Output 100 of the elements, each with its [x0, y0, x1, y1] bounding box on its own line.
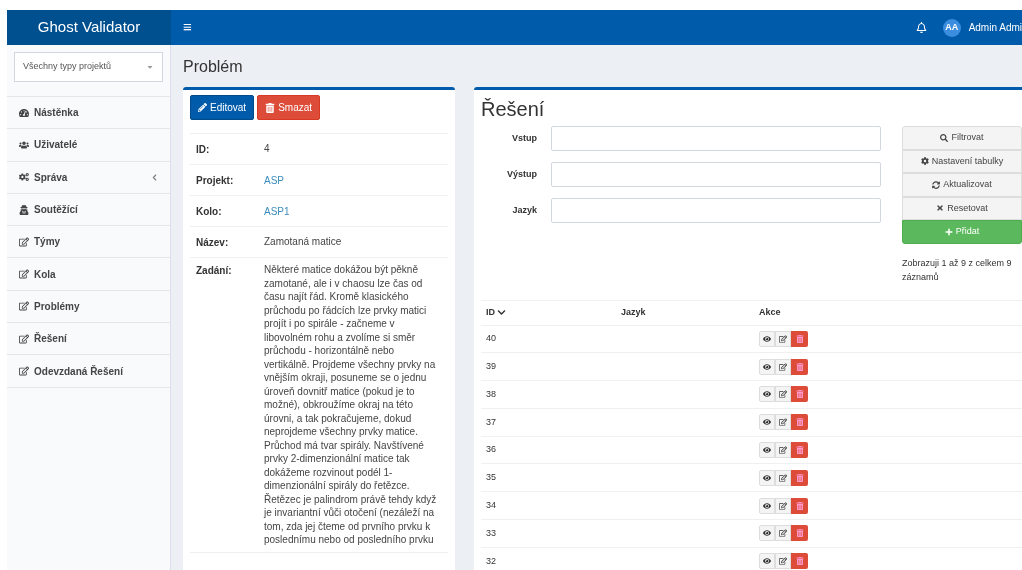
sidebar-item[interactable]: Správa	[7, 161, 170, 194]
toolbar-button[interactable]: Aktualizovat	[902, 173, 1022, 197]
edit-icon	[779, 557, 787, 566]
delete-button[interactable]	[791, 553, 808, 570]
sidebar-item[interactable]: Problémy	[7, 290, 170, 324]
delete-button[interactable]	[791, 442, 808, 459]
trash-icon	[795, 473, 804, 482]
field-link[interactable]: ASP1	[264, 203, 290, 219]
column-header[interactable]: Akce	[759, 305, 1019, 320]
page-title: Problém	[182, 57, 244, 77]
edit-icon	[19, 333, 29, 344]
toolbar-button[interactable]: Resetovat	[902, 196, 1022, 220]
view-button[interactable]	[759, 358, 775, 375]
view-button[interactable]	[759, 497, 775, 514]
edit-icon	[19, 366, 29, 376]
project-select[interactable]: Všechny typy projektů	[14, 52, 163, 82]
table-cell-text: 40	[486, 332, 497, 346]
user-name[interactable]: Admin Admi	[968, 20, 1022, 35]
view-button[interactable]	[759, 330, 775, 347]
edit-button[interactable]	[775, 442, 791, 459]
sidebar-item[interactable]: Soutěžící	[7, 193, 170, 227]
table-cell-text: 32	[486, 554, 497, 568]
trash-icon	[795, 557, 804, 566]
edit-button[interactable]	[775, 386, 791, 403]
delete-button[interactable]	[791, 525, 808, 542]
eye-icon	[763, 501, 771, 510]
field-value: 4	[264, 142, 271, 156]
menu-button[interactable]: ≡	[183, 16, 192, 39]
field-label: ID:	[196, 142, 211, 157]
field-link[interactable]: ASP	[264, 172, 284, 188]
filter-field[interactable]	[551, 126, 881, 151]
edit-icon	[779, 362, 787, 371]
edit-button[interactable]	[775, 330, 791, 347]
filter-field[interactable]	[551, 162, 881, 187]
delete-button[interactable]	[791, 386, 808, 403]
trash-icon	[795, 362, 804, 371]
delete-button[interactable]	[791, 414, 808, 431]
edit-icon	[779, 501, 787, 510]
edit-button[interactable]	[775, 553, 791, 570]
trash-icon	[795, 501, 804, 510]
view-button[interactable]	[759, 553, 775, 570]
trash-icon	[795, 390, 804, 399]
edit-icon	[779, 334, 787, 343]
edit-icon	[779, 529, 787, 538]
view-button[interactable]	[759, 414, 775, 431]
edit-button[interactable]	[775, 469, 791, 486]
sidebar-item[interactable]: Řešení	[7, 323, 170, 356]
eye-icon	[763, 362, 771, 371]
search-icon	[940, 133, 949, 142]
gear-icon	[920, 157, 929, 166]
field-label: Zadání:	[196, 264, 233, 278]
delete-button[interactable]: Smazat	[257, 95, 321, 120]
toolbar-button[interactable]: Nastavení tabulky	[902, 149, 1022, 173]
view-button[interactable]	[759, 525, 775, 542]
eye-icon	[763, 473, 771, 482]
delete-button[interactable]	[791, 330, 808, 347]
sidebar-item[interactable]: Nástěnka	[7, 97, 170, 130]
delete-button[interactable]	[791, 497, 808, 514]
edit-button[interactable]	[775, 497, 791, 514]
field-value: Některé matice dokážou být pěkně zamotané, ale i v chaosu lze čas od času najít řád. Kromě klasického průchodu po řádcích lze prvky matici projít i po spirále - začneme v libovolném rohu a zvolíme si směr průchodu - horizontálně nebo vertikálně. Projdeme všechny prvky na vnějším okraji, posuneme se o jednu úroveň dovnitř matice (pokud je to možné), obkroužíme okraj na této úrovni, a tak pokračujeme, dokud neprojdeme všechny prvky matice. Průchod má tvar spirály. Navštívené prvky 2-dimenzionální matice tak dokážeme rozvinout podél 1-dimenzionální spirály do řetězce. Řetězec je palindrom právě tehdy když je invariantní vůči otočení (nezáleží na tom, zda jej čteme od prvního prvku k poslednímu nebo od posledního prvku	[264, 263, 438, 547]
field-label: Název:	[196, 235, 230, 250]
edit-icon	[19, 236, 29, 247]
sidebar-item[interactable]: Uživatelé	[7, 129, 170, 162]
table-cell-text: 34	[486, 498, 497, 512]
view-button[interactable]	[759, 469, 775, 486]
trash-icon	[795, 529, 804, 538]
toolbar-button[interactable]: Filtrovat	[902, 126, 1022, 150]
delete-button[interactable]	[791, 469, 808, 486]
brand-title[interactable]: Ghost Validator	[7, 10, 171, 45]
bell-icon[interactable]	[915, 22, 927, 33]
eye-icon	[763, 390, 771, 399]
edit-button[interactable]	[775, 525, 791, 542]
edit-button[interactable]: Editovat	[190, 95, 255, 120]
filter-label: Vstup	[511, 131, 538, 145]
view-button[interactable]	[759, 442, 775, 459]
edit-button[interactable]	[775, 414, 791, 431]
filter-field[interactable]	[551, 198, 881, 223]
table-cell-text: 37	[486, 415, 497, 429]
view-button[interactable]	[759, 386, 775, 403]
records-summary: Zobrazuji 1 až 9 z celkem 9 záznamů	[902, 256, 1013, 284]
gears-icon	[19, 172, 29, 183]
eye-icon	[763, 557, 771, 566]
edit-icon	[19, 269, 29, 280]
eye-icon	[763, 446, 771, 455]
users-icon	[19, 139, 29, 150]
delete-button[interactable]	[791, 358, 808, 375]
eye-icon	[763, 418, 771, 427]
field-label: Projekt:	[196, 173, 235, 188]
table-cell-text: 38	[486, 387, 497, 401]
sidebar-item[interactable]: Kola	[7, 258, 170, 291]
edit-icon	[19, 301, 29, 312]
sidebar-item[interactable]: Odevzdaná Řešení	[7, 355, 170, 388]
edit-icon	[779, 390, 787, 399]
plus-icon	[944, 227, 953, 236]
eye-icon	[763, 529, 771, 538]
edit-button[interactable]	[775, 358, 791, 375]
sidebar-item[interactable]: Týmy	[7, 226, 170, 259]
column-header[interactable]: Jazyk	[621, 305, 759, 320]
column-header[interactable]: ID	[486, 305, 621, 320]
filter-label: Výstup	[506, 167, 538, 181]
